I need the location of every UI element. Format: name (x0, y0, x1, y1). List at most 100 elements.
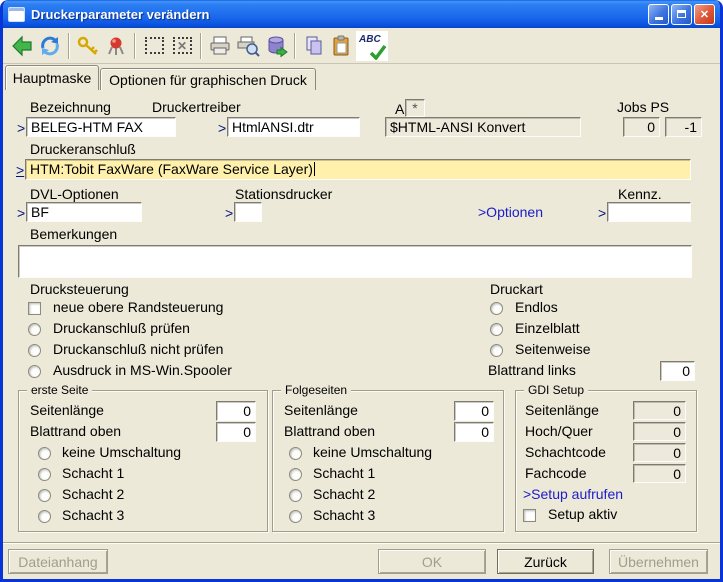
gdi-seitenlaenge-field: 0 (633, 401, 686, 420)
es-seitenlaenge-label: Seitenlänge (30, 402, 104, 418)
bemerkungen-input[interactable] (18, 245, 692, 278)
ms-win-spooler-radio[interactable] (28, 365, 41, 378)
clear-selection-box: ✕ (172, 37, 192, 54)
fs-seitenlaenge-input[interactable]: 0 (454, 401, 494, 421)
maximize-button[interactable] (671, 3, 692, 25)
randsteuerung-label[interactable]: neue obere Randsteuerung (53, 300, 223, 315)
print-preview-icon[interactable] (234, 32, 262, 60)
fs-blattrand-oben-input[interactable]: 0 (454, 422, 494, 442)
es-keine-umschaltung-radio[interactable] (38, 447, 51, 460)
setup-aktiv-checkbox[interactable] (523, 509, 536, 522)
print-icon[interactable] (206, 32, 234, 60)
blattrand-links-input[interactable]: 0 (660, 361, 695, 381)
pin-icon[interactable] (102, 32, 130, 60)
database-export-icon[interactable] (262, 32, 290, 60)
optionen-link[interactable]: >Optionen (478, 204, 543, 220)
tab-hauptmaske[interactable]: Hauptmaske (5, 65, 99, 90)
seitenweise-label[interactable]: Seitenweise (515, 342, 591, 357)
druckanschluss-nicht-pruefen-radio[interactable] (28, 344, 41, 357)
dateianhang-button[interactable]: Dateianhang (8, 549, 108, 574)
druckeranschluss-input[interactable]: HTM:Tobit FaxWare (FaxWare Service Layer… (25, 159, 691, 180)
druckeranschluss-prefix[interactable]: > (16, 162, 24, 178)
fs-schacht2-label[interactable]: Schacht 2 (313, 487, 375, 502)
fs-schacht2-radio[interactable] (289, 489, 302, 502)
a-flag-field: * (405, 99, 425, 117)
es-keine-umschaltung-label[interactable]: keine Umschaltung (62, 445, 181, 460)
gdi-setup-title: GDI Setup (524, 383, 589, 397)
ms-win-spooler-label[interactable]: Ausdruck in MS-Win.Spooler (53, 363, 232, 378)
drucksteuerung-title: Drucksteuerung (30, 281, 129, 297)
dialog-window: Druckerparameter verändern ✕ ✕ ABC Haupt… (0, 0, 723, 582)
dvl-optionen-label: DVL-Optionen (30, 186, 119, 202)
bezeichnung-input[interactable]: BELEG-HTM FAX (26, 117, 176, 137)
einzelblatt-radio[interactable] (490, 323, 503, 336)
endlos-label[interactable]: Endlos (515, 300, 558, 315)
jobs-field: 0 (623, 117, 660, 137)
es-blattrand-oben-input[interactable]: 0 (216, 422, 256, 442)
fs-keine-umschaltung-label[interactable]: keine Umschaltung (313, 445, 432, 460)
es-schacht2-label[interactable]: Schacht 2 (62, 487, 124, 502)
toolbar-separator (200, 32, 202, 59)
es-schacht1-label[interactable]: Schacht 1 (62, 466, 124, 481)
tab-optionen-label: Optionen für graphischen Druck (109, 71, 307, 88)
spellcheck-checkmark (369, 44, 387, 60)
druckeranschluss-value: HTM:Tobit FaxWare (FaxWare Service Layer… (30, 161, 313, 177)
selection-icon[interactable] (140, 32, 168, 60)
druckertreiber-input[interactable]: HtmlANSI.dtr (227, 117, 360, 137)
seitenweise-radio[interactable] (490, 344, 503, 357)
minimize-icon (654, 17, 663, 20)
window-title: Druckerparameter verändern (31, 6, 210, 22)
einzelblatt-label[interactable]: Einzelblatt (515, 321, 580, 336)
gdi-schachtcode-label: Schachtcode (525, 444, 606, 460)
zurueck-button[interactable]: Zurück (497, 549, 594, 574)
fs-keine-umschaltung-radio[interactable] (289, 447, 302, 460)
es-schacht3-radio[interactable] (38, 510, 51, 523)
druckanschluss-nicht-pruefen-label[interactable]: Druckanschluß nicht prüfen (53, 342, 223, 357)
key-icon[interactable] (74, 32, 102, 60)
gdi-fachcode-field: 0 (633, 464, 686, 483)
fs-schacht1-radio[interactable] (289, 468, 302, 481)
kennz-prefix: > (598, 205, 607, 221)
stationsdrucker-prefix: > (225, 205, 234, 221)
druckart-title: Druckart (490, 281, 543, 297)
gdi-hoch-quer-label: Hoch/Quer (525, 423, 593, 439)
close-button[interactable]: ✕ (694, 3, 715, 25)
bezeichnung-label: Bezeichnung (30, 99, 111, 115)
kennz-label: Kennz. (618, 186, 662, 202)
window-icon (8, 6, 25, 22)
setup-aufrufen-link[interactable]: >Setup aufrufen (523, 486, 623, 502)
toolbar-separator (294, 32, 296, 59)
gdi-hoch-quer-field: 0 (633, 422, 686, 441)
fs-schacht1-label[interactable]: Schacht 1 (313, 466, 375, 481)
druckanschluss-pruefen-label[interactable]: Druckanschluß prüfen (53, 321, 190, 336)
kennz-input[interactable] (607, 202, 691, 222)
copy-icon[interactable] (300, 32, 328, 60)
paste-icon[interactable] (328, 32, 356, 60)
refresh-icon[interactable] (36, 32, 64, 60)
spellcheck-icon[interactable]: ABC (356, 30, 388, 61)
gdi-seitenlaenge-label: Seitenlänge (525, 402, 599, 418)
es-seitenlaenge-input[interactable]: 0 (216, 401, 256, 421)
uebernehmen-button[interactable]: Übernehmen (609, 549, 708, 574)
toolbar: ✕ ABC (3, 28, 720, 64)
tab-optionen-graphischer-druck[interactable]: Optionen für graphischen Druck (100, 68, 316, 90)
es-schacht1-radio[interactable] (38, 468, 51, 481)
ok-button[interactable]: OK (378, 549, 486, 574)
setup-aktiv-label[interactable]: Setup aktiv (548, 507, 617, 522)
fs-schacht3-radio[interactable] (289, 510, 302, 523)
clear-selection-icon[interactable]: ✕ (168, 32, 196, 60)
fs-seitenlaenge-label: Seitenlänge (284, 402, 358, 418)
es-schacht2-radio[interactable] (38, 489, 51, 502)
bemerkungen-label: Bemerkungen (30, 226, 118, 242)
endlos-radio[interactable] (490, 302, 503, 315)
es-blattrand-oben-label: Blattrand oben (30, 423, 122, 439)
fs-schacht3-label[interactable]: Schacht 3 (313, 508, 375, 523)
randsteuerung-checkbox[interactable] (28, 302, 41, 315)
minimize-button[interactable] (648, 3, 669, 25)
druckertreiber-label: Druckertreiber (152, 99, 241, 115)
es-schacht3-label[interactable]: Schacht 3 (62, 508, 124, 523)
back-icon[interactable] (8, 32, 36, 60)
dvl-optionen-input[interactable]: BF (26, 202, 142, 222)
stationsdrucker-input[interactable] (234, 202, 262, 222)
druckanschluss-pruefen-radio[interactable] (28, 323, 41, 336)
